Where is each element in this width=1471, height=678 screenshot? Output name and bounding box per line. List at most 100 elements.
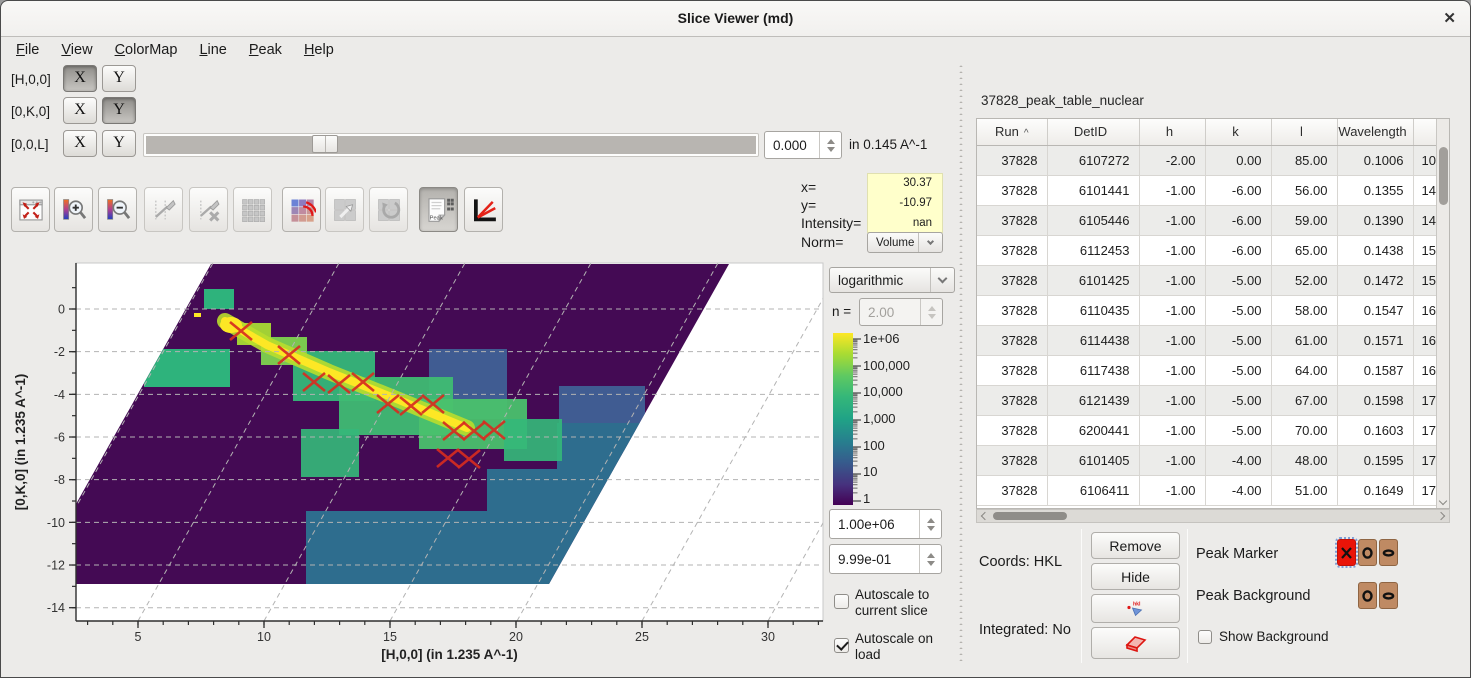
rebin-button[interactable] bbox=[282, 187, 321, 232]
scroll-right-icon[interactable] bbox=[1437, 512, 1445, 520]
scroll-down-icon[interactable] bbox=[1439, 497, 1447, 505]
l-x-button[interactable]: X bbox=[63, 130, 97, 157]
hide-button[interactable]: Hide bbox=[1091, 563, 1180, 590]
table-row[interactable]: 378286117438 -1.00-5.00 64.000.1587 169 bbox=[977, 355, 1450, 385]
colorbar-tick-label: 1 bbox=[863, 492, 910, 506]
svg-text:25: 25 bbox=[635, 630, 649, 644]
plot-display-icon bbox=[469, 195, 499, 225]
menu-item[interactable]: View bbox=[50, 39, 103, 61]
peak-table[interactable]: Run^DetIDhklWavelengthTOF 378286107272 -… bbox=[976, 118, 1450, 509]
table-header-row[interactable]: Run^DetIDhklWavelengthTOF bbox=[977, 119, 1450, 145]
norm-combobox[interactable]: Volume bbox=[867, 232, 943, 253]
marker-style-ellipse-button[interactable] bbox=[1379, 539, 1398, 566]
column-header[interactable]: k bbox=[1205, 119, 1271, 145]
zoom-out-button[interactable] bbox=[98, 187, 137, 232]
zoom-in-button[interactable] bbox=[54, 187, 93, 232]
y-axis-label: [0,K,0] (in 1.235 A^-1) bbox=[13, 374, 28, 510]
menu-item[interactable]: ColorMap bbox=[104, 39, 189, 61]
integrated-label: Integrated: No bbox=[979, 622, 1071, 638]
norm-label: Norm= bbox=[801, 234, 843, 250]
x-coord-value: 30.37 bbox=[872, 177, 932, 189]
menu-item[interactable]: Line bbox=[188, 39, 237, 61]
slice-point-value[interactable]: 0.000 bbox=[765, 138, 819, 153]
slice-slider[interactable] bbox=[143, 133, 759, 157]
table-row[interactable]: 378286121439 -1.00-5.00 67.000.1598 170 bbox=[977, 385, 1450, 415]
autoscale-load-label: Autoscale on load bbox=[855, 631, 945, 663]
peaks-overlay-icon: Peak bbox=[424, 195, 454, 225]
remove-button[interactable]: Remove bbox=[1091, 532, 1180, 559]
autoscale-slice-checkbox[interactable] bbox=[834, 594, 849, 609]
table-vertical-scrollbar[interactable] bbox=[1436, 119, 1449, 508]
marker-style-circle-button[interactable] bbox=[1358, 539, 1377, 566]
scrollbar-thumb[interactable] bbox=[1439, 147, 1448, 205]
close-icon[interactable]: ✕ bbox=[1443, 9, 1456, 27]
menu-item[interactable]: Help bbox=[293, 39, 345, 61]
slice-plot[interactable]: 510152025300-2-4-6-8-10-12-14[H,0,0] (in… bbox=[9, 253, 956, 673]
marker-style-cross-button[interactable] bbox=[1337, 539, 1356, 566]
slider-track[interactable] bbox=[146, 136, 756, 154]
spin-arrows[interactable] bbox=[819, 132, 841, 158]
plot-display-button[interactable] bbox=[464, 187, 503, 232]
sort-indicator: ^ bbox=[1024, 128, 1029, 139]
show-background-checkbox[interactable] bbox=[1198, 630, 1212, 644]
ellipse-marker-icon bbox=[1382, 588, 1395, 604]
y-coord-label: y= bbox=[801, 197, 816, 213]
scale-max-spinbox[interactable]: 1.00e+06 bbox=[829, 509, 942, 539]
grid-button[interactable] bbox=[233, 187, 272, 232]
table-row[interactable]: 378286110435 -1.00-5.00 58.000.1547 165 bbox=[977, 295, 1450, 325]
table-row[interactable]: 378286200441 -1.00-5.00 70.000.1603 171 bbox=[977, 415, 1450, 445]
column-header[interactable]: h bbox=[1139, 119, 1205, 145]
l-y-button[interactable]: Y bbox=[102, 130, 136, 157]
dim-label-l: [0,0,L] bbox=[11, 137, 49, 152]
slice-point-spinbox[interactable]: 0.000 bbox=[764, 131, 842, 159]
scale-max-value[interactable]: 1.00e+06 bbox=[830, 517, 919, 532]
separator bbox=[1187, 529, 1188, 663]
power-n-label: n = bbox=[832, 304, 851, 319]
reset-view-button[interactable] bbox=[11, 187, 50, 232]
dim-label-k: [0,K,0] bbox=[11, 104, 50, 119]
scrollbar-thumb[interactable] bbox=[993, 512, 1067, 520]
table-row[interactable]: 378286114438 -1.00-5.00 61.000.1571 167 bbox=[977, 325, 1450, 355]
panel-splitter[interactable] bbox=[957, 65, 965, 665]
rebin-refresh-icon bbox=[375, 196, 403, 224]
k-y-button[interactable]: Y bbox=[102, 97, 136, 124]
table-row[interactable]: 378286105446 -1.00-6.00 59.000.1390 148 bbox=[977, 205, 1450, 235]
column-header[interactable]: l bbox=[1271, 119, 1337, 145]
clear-peaks-button[interactable] bbox=[1091, 627, 1180, 659]
scroll-left-icon[interactable] bbox=[981, 512, 989, 520]
colorbar-gradient[interactable] bbox=[833, 333, 853, 505]
h-x-button[interactable]: X bbox=[63, 65, 97, 92]
scale-min-spinbox[interactable]: 9.99e-01 bbox=[829, 544, 942, 574]
hkl-overlay-button[interactable]: hkl bbox=[1091, 594, 1180, 623]
menu-item[interactable]: Peak bbox=[238, 39, 293, 61]
peaks-overlay-button[interactable]: Peak bbox=[419, 187, 458, 232]
table-row[interactable]: 378286101425 -1.00-5.00 52.000.1472 157 bbox=[977, 265, 1450, 295]
column-header[interactable]: DetID bbox=[1047, 119, 1139, 145]
scale-type-combobox[interactable]: logarithmic bbox=[829, 267, 955, 293]
remove-line-button[interactable] bbox=[189, 187, 228, 232]
table-row[interactable]: 378286101405 -1.00-4.00 48.000.1595 170 bbox=[977, 445, 1450, 475]
column-header[interactable]: Run^ bbox=[977, 119, 1047, 145]
scale-min-value[interactable]: 9.99e-01 bbox=[830, 552, 919, 567]
autoscale-load-checkbox[interactable] bbox=[834, 638, 849, 653]
background-circle-button[interactable] bbox=[1358, 582, 1377, 609]
table-row[interactable]: 378286112453 -1.00-6.00 65.000.1438 153 bbox=[977, 235, 1450, 265]
slider-handle[interactable] bbox=[312, 135, 338, 153]
rebin-apply-button[interactable] bbox=[325, 187, 364, 232]
background-ellipse-button[interactable] bbox=[1379, 582, 1398, 609]
h-y-button[interactable]: Y bbox=[102, 65, 136, 92]
rebin-refresh-button[interactable] bbox=[369, 187, 408, 232]
rebin-icon bbox=[288, 196, 316, 224]
table-row[interactable]: 378286106411 -1.00-4.00 51.000.1649 175 bbox=[977, 475, 1450, 505]
title-bar[interactable]: Slice Viewer (md) ✕ bbox=[1, 1, 1470, 37]
menu-item[interactable]: File bbox=[5, 39, 50, 61]
table-horizontal-scrollbar[interactable] bbox=[976, 509, 1450, 523]
table-row[interactable]: 378286107272 -2.000.00 85.000.1006 107 bbox=[977, 145, 1450, 175]
autoscale-slice-label: Autoscale to current slice bbox=[855, 587, 955, 619]
column-header[interactable]: Wavelength bbox=[1337, 119, 1413, 145]
colorbar-tick-label: 10,000 bbox=[863, 385, 910, 399]
draw-line-button[interactable] bbox=[144, 187, 183, 232]
k-x-button[interactable]: X bbox=[63, 97, 97, 124]
hkl-overlay-icon: hkl bbox=[1125, 599, 1147, 619]
table-row[interactable]: 378286101441 -1.00-6.00 56.000.1355 144 bbox=[977, 175, 1450, 205]
